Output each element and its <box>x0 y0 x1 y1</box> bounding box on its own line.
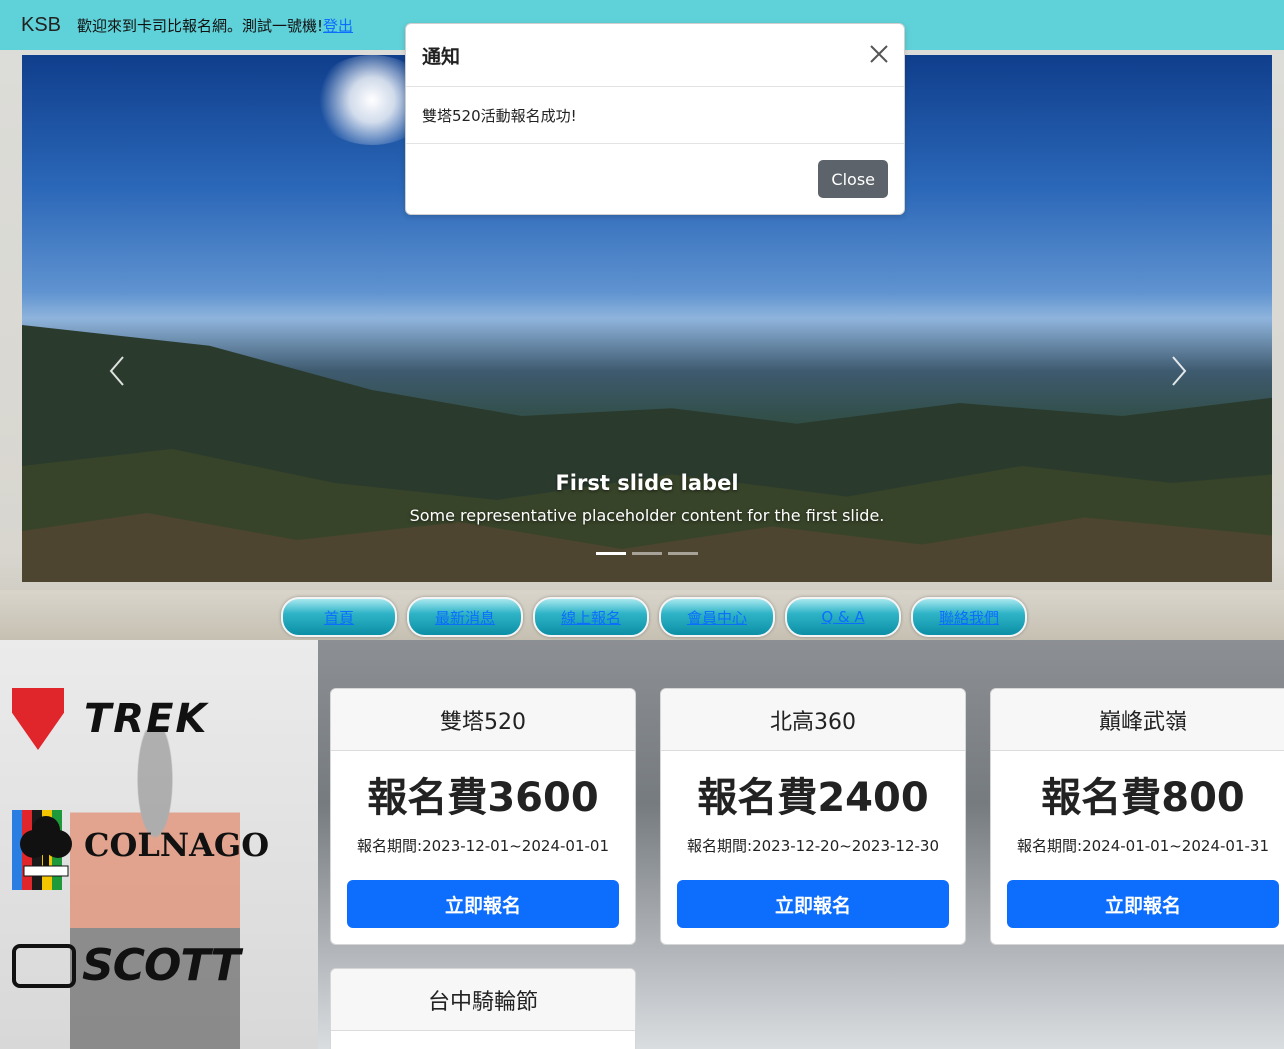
menu-news[interactable]: 最新消息 <box>407 597 523 637</box>
carousel-prev-button[interactable] <box>102 355 132 391</box>
event-period: 報名期間:2023-12-20~2023-12-30 <box>687 837 939 855</box>
trek-logo[interactable]: TREK <box>12 688 208 750</box>
menu-member-center[interactable]: 會員中心 <box>659 597 775 637</box>
menu-qa[interactable]: Q & A <box>785 597 901 637</box>
chevron-left-icon <box>109 356 124 386</box>
event-card: 雙塔520 報名費3600 報名期間:2023-12-01~2024-01-01… <box>330 688 636 945</box>
trek-logo-text: TREK <box>84 696 209 742</box>
modal-header: 通知 <box>406 24 904 87</box>
menu-contact[interactable]: 聯絡我們 <box>911 597 1027 637</box>
register-button[interactable]: 立即報名 <box>1007 880 1279 928</box>
close-button[interactable]: Close <box>818 160 888 198</box>
scott-badge-icon <box>12 943 76 988</box>
event-name: 台中騎輪節 <box>331 969 635 1031</box>
register-button[interactable]: 立即報名 <box>347 880 619 928</box>
welcome-message: 歡迎來到卡司比報名網。測試一號機!登出 <box>77 15 353 36</box>
event-period: 報名期間:2023-12-01~2024-01-01 <box>357 837 609 855</box>
menu-home[interactable]: 首頁 <box>281 597 397 637</box>
event-card: 北高360 報名費2400 報名期間:2023-12-20~2023-12-30… <box>660 688 966 945</box>
chevron-right-icon <box>1172 356 1187 386</box>
event-fee: 報名費800 <box>1041 775 1245 821</box>
events-area: 雙塔520 報名費3600 報名期間:2023-12-01~2024-01-01… <box>318 640 1284 1049</box>
carousel-indicator-2[interactable] <box>632 552 662 555</box>
slide-text: Some representative placeholder content … <box>409 506 885 525</box>
trek-shield-icon <box>12 688 64 750</box>
event-fee: 報名費2400 <box>697 775 929 821</box>
event-name: 北高360 <box>661 689 965 751</box>
brand-logo[interactable]: KSB <box>21 14 61 37</box>
carousel-indicator-3[interactable] <box>668 552 698 555</box>
logout-link[interactable]: 登出 <box>323 17 353 35</box>
colnago-clover-icon <box>12 800 74 890</box>
event-period: 報名期間:2024-01-01~2024-01-31 <box>1017 837 1269 855</box>
notification-modal: 通知 雙塔520活動報名成功! Close <box>405 23 905 215</box>
event-name: 雙塔520 <box>331 689 635 751</box>
sponsor-sidebar: TREK COLNAGO SCOTT <box>0 640 318 1049</box>
register-button[interactable]: 立即報名 <box>677 880 949 928</box>
carousel-next-button[interactable] <box>1164 355 1194 391</box>
event-card: 台中騎輪節 <box>330 968 636 1049</box>
carousel-indicators <box>596 552 698 555</box>
modal-message: 雙塔520活動報名成功! <box>406 87 904 144</box>
scott-logo-text: SCOTT <box>82 940 240 991</box>
event-name: 巔峰武嶺 <box>991 689 1284 751</box>
scott-logo[interactable]: SCOTT <box>12 940 240 991</box>
modal-footer: Close <box>406 144 904 214</box>
event-card: 巔峰武嶺 報名費800 報名期間:2024-01-01~2024-01-31 立… <box>990 688 1284 945</box>
modal-title: 通知 <box>422 45 461 68</box>
event-fee: 報名費3600 <box>367 775 599 821</box>
slide-title: First slide label <box>555 471 739 495</box>
close-icon[interactable] <box>870 42 888 68</box>
carousel-indicator-1[interactable] <box>596 552 626 555</box>
colnago-logo-text: COLNAGO <box>84 826 270 864</box>
welcome-text: 歡迎來到卡司比報名網。測試一號機! <box>77 16 324 35</box>
colnago-logo[interactable]: COLNAGO <box>12 800 269 890</box>
main-menu: 首頁 最新消息 線上報名 會員中心 Q & A 聯絡我們 <box>281 597 1027 637</box>
menu-online-registration[interactable]: 線上報名 <box>533 597 649 637</box>
